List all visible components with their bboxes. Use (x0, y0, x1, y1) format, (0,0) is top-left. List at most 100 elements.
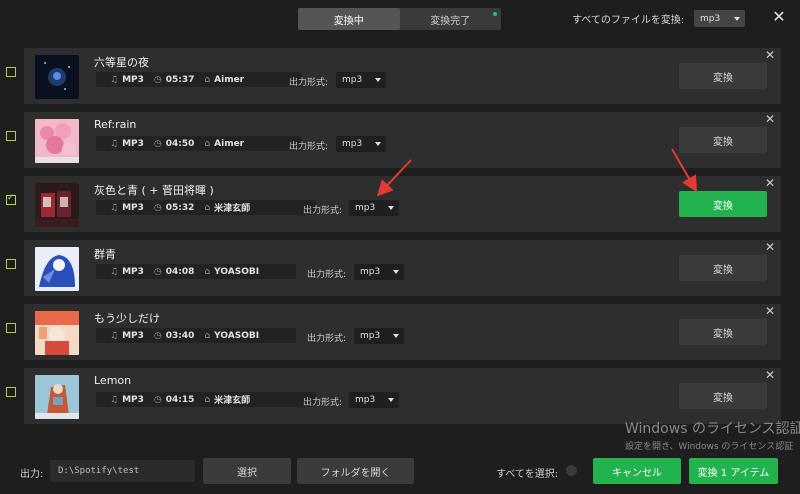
clock-icon: ◷ (153, 330, 162, 341)
track-meta: ♫ MP3 ◷ 04:08 ⌂ YOASOBI (96, 264, 296, 279)
output-format-select[interactable]: mp3 (354, 264, 404, 280)
convert-all-label: すべてのファイルを変換: (572, 15, 685, 26)
output-format-value: mp3 (342, 139, 363, 149)
track-meta: ♫ MP3 ◷ 05:32 ⌂ 米津玄師 (96, 200, 316, 215)
track-format: MP3 (122, 266, 144, 277)
row-checkbox[interactable] (6, 193, 16, 205)
output-format-label: 出力形式: (303, 206, 343, 216)
album-art (35, 375, 79, 419)
artist-icon: ⌂ (204, 266, 211, 277)
track-duration: 05:37 (165, 74, 195, 85)
output-format-select[interactable]: mp3 (354, 328, 404, 344)
output-format-select[interactable]: mp3 (336, 72, 386, 88)
clock-icon: ◷ (153, 266, 162, 277)
list-item: Lemon ♫ MP3 ◷ 04:15 ⌂ 米津玄師 出力形式: mp3 変換 … (24, 368, 781, 424)
watermark-title: Windows のライセンス認証 (625, 421, 800, 437)
output-format-select[interactable]: mp3 (349, 392, 399, 408)
select-all-toggle[interactable] (566, 465, 577, 476)
tab-converted[interactable]: 変換完了 (400, 8, 502, 30)
tab-converting[interactable]: 変換中 (298, 8, 400, 30)
output-format-value: mp3 (360, 267, 381, 277)
convert-all-format-value: mp3 (700, 13, 721, 24)
music-note-icon: ♫ (110, 138, 119, 149)
track-meta: ♫ MP3 ◷ 05:37 ⌂ Aimer (96, 72, 302, 87)
track-title: Ref:rain (94, 118, 137, 131)
convert-all-format-select[interactable]: mp3 (694, 10, 745, 27)
cancel-button[interactable]: キャンセル (593, 458, 681, 484)
artist-icon: ⌂ (204, 330, 211, 341)
music-note-icon: ♫ (110, 394, 119, 405)
output-format-label: 出力形式: (303, 398, 343, 408)
remove-item-icon[interactable]: ✕ (765, 305, 775, 317)
remove-item-icon[interactable]: ✕ (765, 49, 775, 61)
track-artist: Aimer (214, 138, 245, 149)
album-art (35, 55, 79, 99)
row-checkbox[interactable] (6, 259, 16, 269)
track-title: 灰色と青 ( + 菅田将暉 ) (94, 184, 214, 197)
output-format-value: mp3 (355, 395, 376, 405)
close-icon[interactable]: ✕ (770, 8, 788, 26)
remove-item-icon[interactable]: ✕ (765, 369, 775, 381)
track-meta: ♫ MP3 ◷ 04:15 ⌂ 米津玄師 (96, 392, 316, 407)
music-note-icon: ♫ (110, 74, 119, 85)
album-art (35, 247, 79, 291)
convert-button[interactable]: 変換 (679, 319, 767, 345)
select-all-label: すべてを選択: (496, 469, 559, 480)
track-title: 群青 (94, 248, 116, 261)
album-art (35, 183, 79, 227)
bottom-bar: 出力: D:\Spotify\test 選択 フォルダを開く すべてを選択: キ… (0, 452, 800, 494)
artist-icon: ⌂ (204, 202, 211, 213)
list-item: 六等星の夜 ♫ MP3 ◷ 05:37 ⌂ Aimer 出力形式: mp3 変換… (24, 48, 781, 104)
track-title: 六等星の夜 (94, 56, 149, 69)
track-format: MP3 (122, 138, 144, 149)
row-checkbox[interactable] (6, 131, 16, 141)
convert-button[interactable]: 変換 (679, 383, 767, 409)
remove-item-icon[interactable]: ✕ (765, 113, 775, 125)
output-format-value: mp3 (342, 75, 363, 85)
track-format: MP3 (122, 74, 144, 85)
track-meta: ♫ MP3 ◷ 03:40 ⌂ YOASOBI (96, 328, 296, 343)
output-format-select[interactable]: mp3 (349, 200, 399, 216)
clock-icon: ◷ (153, 202, 162, 213)
chevron-down-icon (375, 142, 381, 146)
select-folder-button[interactable]: 選択 (203, 458, 291, 484)
status-tabs: 変換中 変換完了 (298, 8, 501, 30)
row-checkbox[interactable] (6, 67, 16, 77)
top-bar: 変換中 変換完了 すべてのファイルを変換: mp3 ✕ (0, 0, 800, 36)
convert-items-button[interactable]: 変換 1 アイテム (689, 458, 778, 484)
album-art (35, 311, 79, 355)
output-path-field[interactable]: D:\Spotify\test (50, 460, 195, 482)
clock-icon: ◷ (153, 138, 162, 149)
output-format-label: 出力形式: (307, 334, 347, 344)
convert-button[interactable]: 変換 (679, 255, 767, 281)
chevron-down-icon (388, 206, 394, 210)
track-duration: 03:40 (165, 330, 195, 341)
output-label: 出力: (20, 469, 44, 480)
row-checkbox[interactable] (6, 323, 16, 333)
track-artist: 米津玄師 (214, 396, 251, 406)
track-artist: Aimer (214, 74, 245, 85)
track-artist: 米津玄師 (214, 204, 251, 214)
track-duration: 05:32 (165, 202, 195, 213)
convert-button[interactable]: 変換 (679, 127, 767, 153)
track-format: MP3 (122, 394, 144, 405)
list-item: 灰色と青 ( + 菅田将暉 ) ♫ MP3 ◷ 05:32 ⌂ 米津玄師 出力形… (24, 176, 781, 232)
chevron-down-icon (734, 16, 740, 21)
remove-item-icon[interactable]: ✕ (765, 241, 775, 253)
track-artist: YOASOBI (214, 266, 260, 277)
track-format: MP3 (122, 330, 144, 341)
notification-dot-icon (493, 12, 497, 16)
music-note-icon: ♫ (110, 330, 119, 341)
chevron-down-icon (375, 78, 381, 82)
output-format-select[interactable]: mp3 (336, 136, 386, 152)
convert-button[interactable]: 変換 (679, 191, 767, 217)
output-format-label: 出力形式: (289, 78, 329, 88)
convert-button[interactable]: 変換 (679, 63, 767, 89)
remove-item-icon[interactable]: ✕ (765, 177, 775, 189)
watermark-subtitle: 設定を開き、Windows のライセンス認証 (625, 442, 794, 452)
track-meta: ♫ MP3 ◷ 04:50 ⌂ Aimer (96, 136, 302, 151)
row-checkbox[interactable] (6, 387, 16, 397)
track-title: Lemon (94, 374, 132, 387)
open-folder-button[interactable]: フォルダを開く (297, 458, 414, 484)
track-title: もう少しだけ (94, 312, 160, 325)
